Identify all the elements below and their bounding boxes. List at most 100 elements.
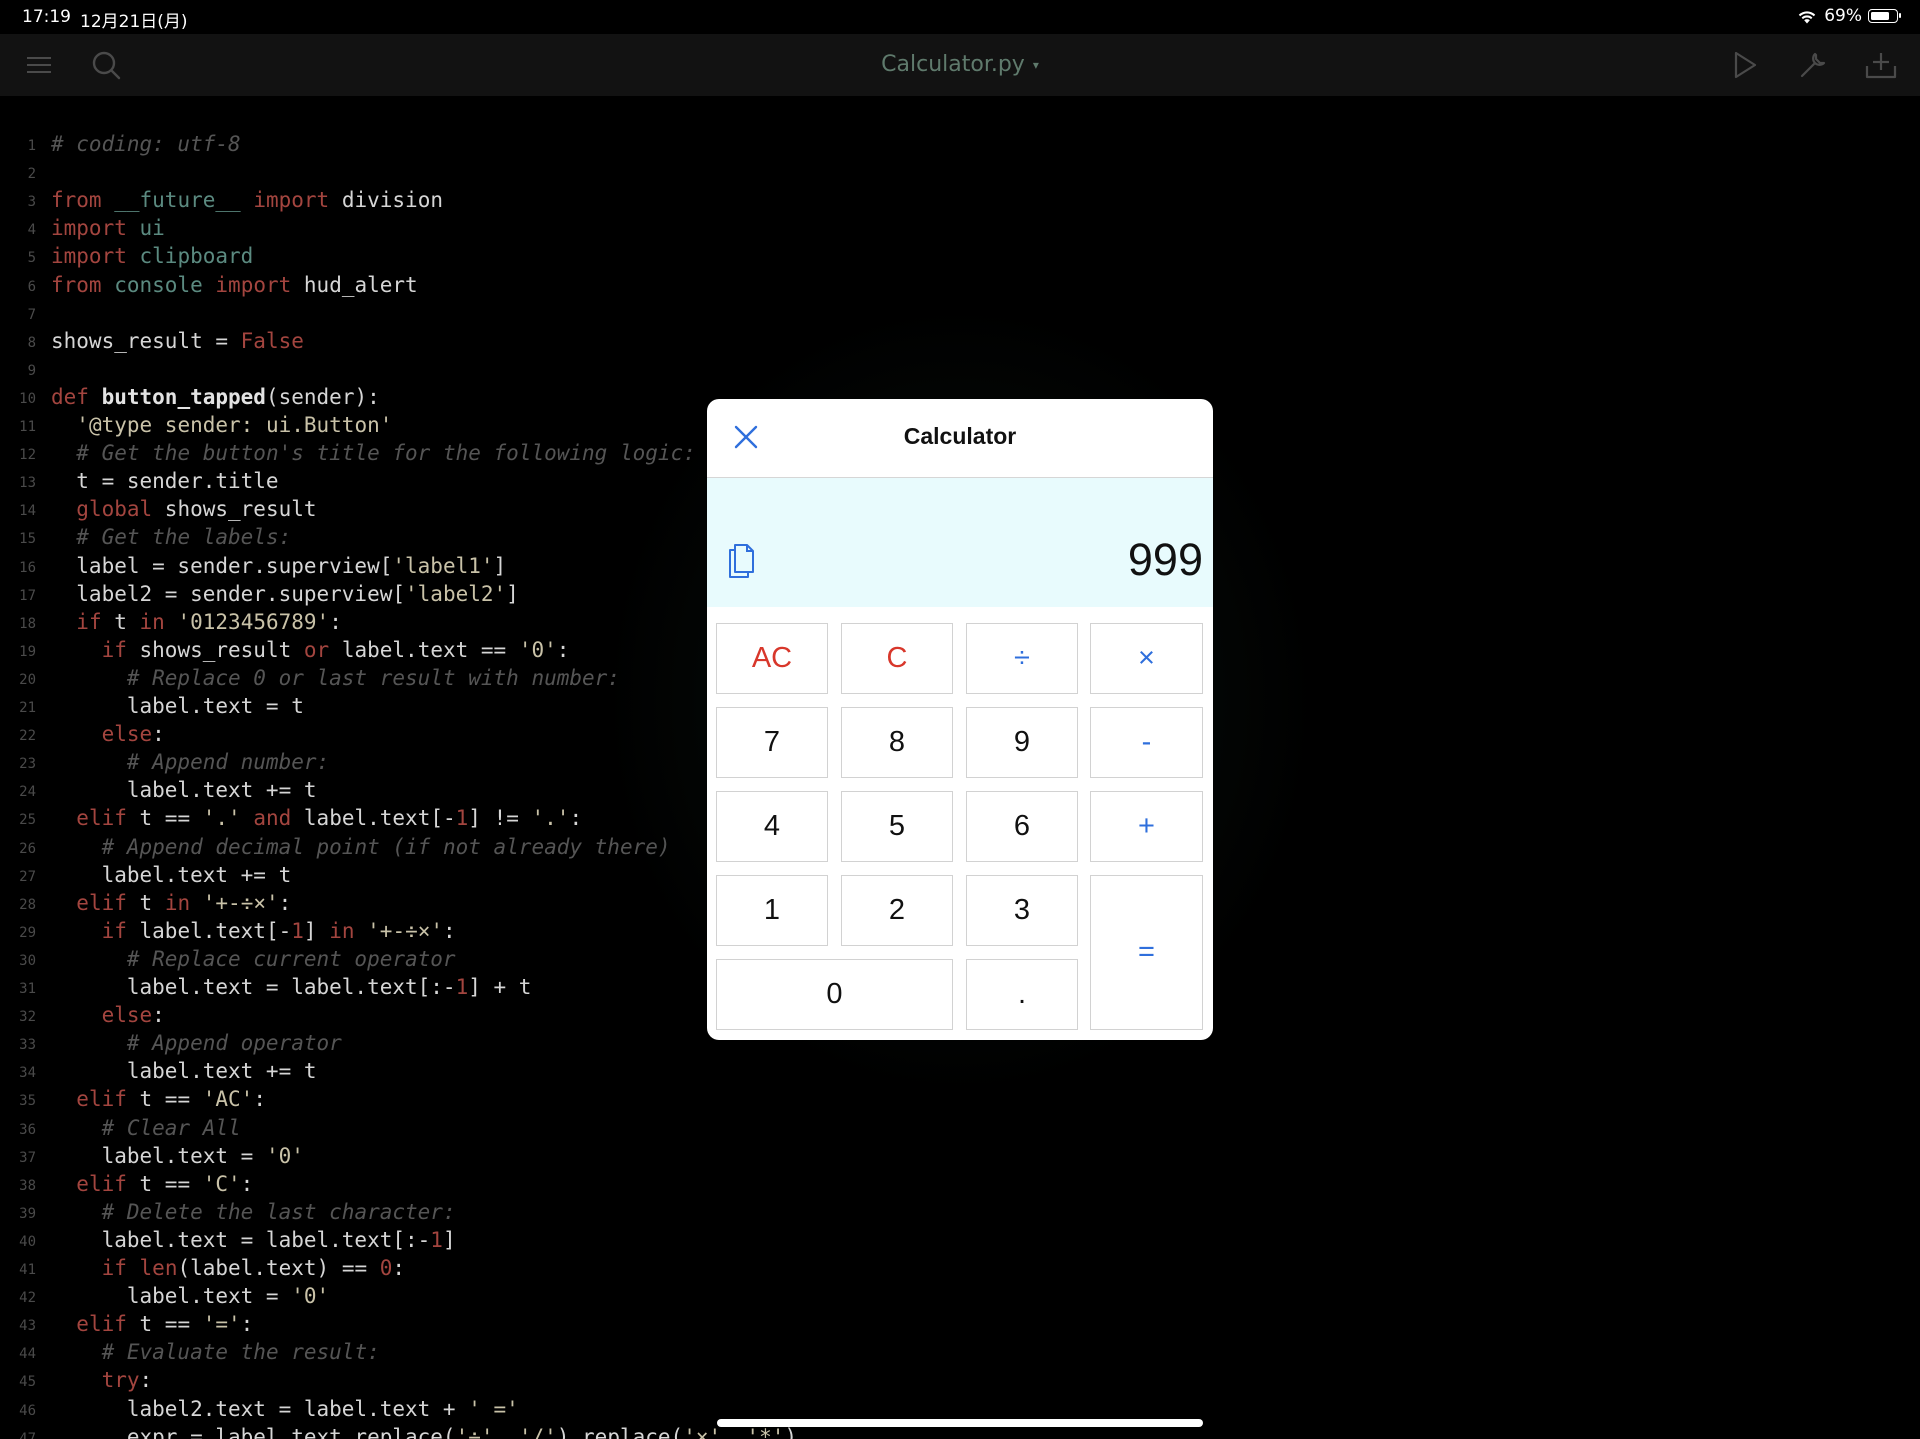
code-text: global shows_result	[76, 497, 317, 522]
code-text: # Clear All	[101, 1115, 241, 1140]
plus-button[interactable]: +	[1090, 791, 1203, 862]
digit-2-button[interactable]: 2	[841, 875, 953, 946]
file-title-dropdown[interactable]: Calculator.py ▾	[0, 52, 1920, 77]
code-text: from __future__ import division	[51, 188, 443, 213]
line-number: 39	[19, 1205, 36, 1222]
digit-8-button[interactable]: 8	[841, 707, 953, 778]
code-line[interactable]: 7	[0, 299, 1920, 327]
code-line[interactable]: 36 # Clear All	[0, 1114, 1920, 1142]
code-line[interactable]: 34 label.text += t	[0, 1057, 1920, 1085]
code-text: # Replace current operator	[126, 946, 456, 971]
code-text: elif t == '=':	[76, 1312, 254, 1337]
code-line[interactable]: 35 elif t == 'AC':	[0, 1085, 1920, 1113]
code-line[interactable]: 39 # Delete the last character:	[0, 1198, 1920, 1226]
line-number: 1	[27, 138, 36, 154]
calculator-display: 999	[707, 478, 1213, 607]
code-text: elif t == 'C':	[76, 1171, 254, 1196]
status-right: 69%	[1796, 6, 1901, 26]
code-text: # Append operator	[126, 1031, 342, 1056]
calculator-dialog: Calculator 999 AC C ÷ × 7 8 9 - 4 5 6 + …	[707, 399, 1213, 1040]
digit-3-button[interactable]: 3	[966, 875, 1078, 946]
multiply-button[interactable]: ×	[1090, 623, 1203, 694]
code-line[interactable]: 41 if len(label.text) == 0:	[0, 1254, 1920, 1282]
file-name: Calculator.py	[881, 52, 1025, 77]
line-number: 21	[19, 700, 36, 716]
line-number: 29	[19, 924, 36, 941]
code-line[interactable]: 38 elif t == 'C':	[0, 1170, 1920, 1198]
line-number: 42	[19, 1290, 36, 1307]
copy-icon[interactable]	[727, 542, 757, 580]
digit-1-button[interactable]: 1	[716, 875, 828, 946]
code-line[interactable]: 4 import ui	[0, 214, 1920, 242]
code-text: # Evaluate the result:	[101, 1340, 380, 1365]
code-text: def button_tapped(sender):	[51, 384, 380, 409]
status-bar: 17:19 12月21日(月) 69%	[0, 0, 1920, 34]
code-line[interactable]: 44 # Evaluate the result:	[0, 1338, 1920, 1366]
clear-all-button[interactable]: AC	[716, 623, 828, 694]
line-number: 18	[19, 615, 36, 632]
code-line[interactable]: 42 label.text = '0'	[0, 1282, 1920, 1310]
code-text: if label.text[-1] in '+-÷×':	[101, 918, 456, 943]
digit-7-button[interactable]: 7	[716, 707, 828, 778]
decimal-point-button[interactable]: .	[966, 959, 1078, 1030]
play-icon[interactable]	[1727, 48, 1761, 82]
line-number: 23	[19, 756, 36, 773]
digit-6-button[interactable]: 6	[966, 791, 1078, 862]
digit-0-button[interactable]: 0	[716, 959, 953, 1030]
code-text: label.text = t	[51, 694, 304, 718]
code-text: label2.text = label.text + ' ='	[51, 1396, 519, 1421]
code-text: if shows_result or label.text == '0':	[101, 637, 570, 662]
code-line[interactable]: 9	[0, 355, 1920, 383]
code-line[interactable]: 43 elif t == '=':	[0, 1310, 1920, 1338]
code-text: from console import hud_alert	[51, 272, 418, 297]
line-number: 38	[19, 1177, 36, 1194]
wrench-icon[interactable]	[1796, 48, 1830, 82]
line-number: 47	[19, 1430, 36, 1439]
line-number: 43	[19, 1318, 36, 1335]
line-number: 41	[19, 1262, 36, 1278]
line-number: 11	[19, 419, 36, 435]
divide-button[interactable]: ÷	[966, 623, 1078, 694]
line-number: 28	[19, 896, 36, 913]
line-number: 46	[19, 1402, 36, 1419]
equals-button[interactable]: =	[1090, 875, 1203, 1030]
code-line[interactable]: 37 label.text = '0'	[0, 1142, 1920, 1170]
code-line[interactable]: 5 import clipboard	[0, 242, 1920, 270]
code-line[interactable]: 8 shows_result = False	[0, 327, 1920, 355]
line-number: 26	[19, 840, 36, 857]
line-number: 7	[27, 306, 36, 323]
line-number: 13	[19, 475, 36, 492]
code-text: if len(label.text) == 0:	[101, 1256, 406, 1280]
code-line[interactable]: 45 try:	[0, 1366, 1920, 1394]
line-number: 8	[27, 334, 36, 351]
line-number: 25	[19, 812, 36, 829]
code-line[interactable]: 40 label.text = label.text[:-1]	[0, 1226, 1920, 1254]
line-number: 40	[19, 1233, 36, 1250]
line-number: 10	[19, 390, 36, 407]
line-number: 15	[19, 531, 36, 548]
code-line[interactable]: 3 from __future__ import division	[0, 186, 1920, 214]
digit-9-button[interactable]: 9	[966, 707, 1078, 778]
line-number: 36	[19, 1121, 36, 1138]
line-number: 2	[27, 166, 36, 183]
home-indicator[interactable]	[717, 1419, 1203, 1427]
code-text: # coding: utf-8	[51, 132, 241, 156]
line-number: 45	[19, 1374, 36, 1391]
code-line[interactable]: 1 # coding: utf-8	[0, 130, 1920, 158]
code-line[interactable]: 2	[0, 158, 1920, 186]
digit-5-button[interactable]: 5	[841, 791, 953, 862]
minus-button[interactable]: -	[1090, 707, 1203, 778]
line-number: 12	[19, 447, 36, 464]
line-number: 5	[27, 250, 36, 267]
line-number: 37	[19, 1149, 36, 1166]
clear-button[interactable]: C	[841, 623, 953, 694]
code-text: label.text += t	[51, 1059, 317, 1084]
dialog-header: Calculator	[707, 399, 1213, 478]
code-text: label.text = '0'	[51, 1143, 304, 1168]
code-text: t = sender.title	[51, 469, 279, 494]
code-line[interactable]: 6 from console import hud_alert	[0, 271, 1920, 299]
code-text: if t in '0123456789':	[76, 609, 342, 634]
add-to-icon[interactable]	[1864, 48, 1898, 82]
digit-4-button[interactable]: 4	[716, 791, 828, 862]
code-text: # Get the labels:	[76, 525, 292, 550]
